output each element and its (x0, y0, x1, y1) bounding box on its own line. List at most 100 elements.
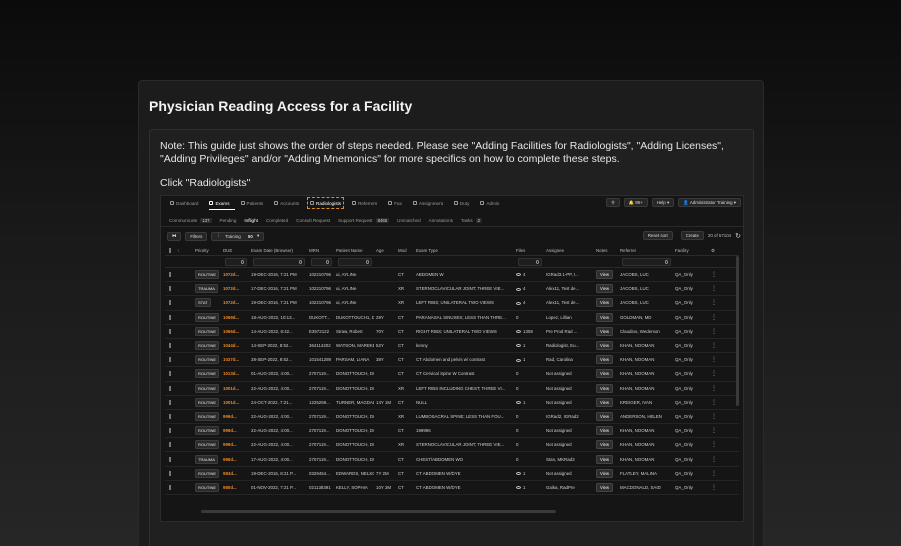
nav-item-radiologists[interactable]: Radiologists (307, 197, 345, 209)
row-menu-icon[interactable]: ⋮ (709, 356, 717, 363)
tab-annotations[interactable]: Annotations (429, 218, 453, 223)
view-button[interactable]: View (596, 312, 614, 322)
column-header-files[interactable]: Files (514, 248, 544, 253)
view-button[interactable]: View (596, 298, 614, 308)
nav-item-fax[interactable]: Fax (386, 198, 404, 208)
column-header-exam-date-browser-[interactable]: Exam Date (Browser) (249, 248, 307, 253)
row-checkbox[interactable] (169, 286, 171, 292)
row-checkbox[interactable] (169, 470, 171, 476)
column-header-priority[interactable]: Priority (193, 248, 221, 253)
column-filter-input[interactable] (311, 257, 332, 266)
view-button[interactable]: View (596, 482, 614, 492)
table-row[interactable]: ROUTINE 1027d... 28-SEP-2022, 8:52... 10154… (165, 353, 739, 368)
row-menu-icon[interactable]: ⋮ (709, 385, 717, 392)
tab-support-request[interactable]: Support Request 8465 (338, 218, 390, 223)
filters-button[interactable]: Filters (185, 231, 208, 241)
column-filter-input[interactable] (225, 257, 247, 266)
row-checkbox[interactable] (169, 272, 171, 278)
tab-communicate[interactable]: Communicate 137 (169, 218, 212, 223)
view-button[interactable]: View (596, 397, 614, 407)
eye-icon[interactable] (516, 344, 521, 348)
select-all-checkbox[interactable] (169, 248, 171, 253)
column-filter-input[interactable] (253, 257, 305, 266)
nav-item-admin[interactable]: Admin (478, 198, 501, 208)
row-menu-icon[interactable]: ⋮ (709, 470, 717, 477)
nav-item-exams[interactable]: Exams (207, 198, 231, 208)
row-checkbox[interactable] (169, 371, 171, 377)
table-row[interactable]: ROUTINE 1044d... 14-SEP-2022, 8:52... 36411… (165, 339, 739, 354)
patient-name-cell[interactable]: PARSAM, LIANA (334, 357, 374, 362)
table-row[interactable]: TRAUMA 1072d... 17-DEC-2016, 7:21 PM 102210… (165, 282, 739, 297)
table-row[interactable]: ROUTINE 1001d... 22-AUG-2022, 4:00... 27071… (165, 382, 739, 396)
row-checkbox[interactable] (169, 399, 171, 405)
row-menu-icon[interactable]: ⋮ (709, 271, 717, 278)
view-button[interactable]: View (596, 440, 614, 450)
tab-pending[interactable]: Pending (220, 218, 237, 223)
table-row[interactable]: ROUTINE 999d... 22-AUG-2022, 4:00... 270711… (165, 410, 739, 425)
eye-icon[interactable] (516, 401, 521, 405)
column-filter-input[interactable] (338, 257, 372, 266)
row-menu-icon[interactable]: ⋮ (709, 399, 717, 406)
tab-inflight[interactable]: Inflight (244, 218, 258, 223)
table-row[interactable]: ROUTINE 1013d... 01-AUG-2022, 4:00... 27071… (165, 367, 739, 382)
view-button[interactable]: View (596, 383, 614, 393)
settings-icon[interactable]: ⚙ (709, 248, 717, 254)
tab-unmatched[interactable]: Unmatched (397, 218, 421, 223)
table-row[interactable]: ROUTINE 980d... 01-NOV-2022, 7:21 P... 0211… (165, 481, 739, 495)
row-menu-icon[interactable]: ⋮ (709, 427, 717, 434)
view-button[interactable]: View (596, 411, 614, 421)
patient-name-cell[interactable]: WATSON, MAREKE (334, 343, 374, 348)
tab-completed[interactable]: Completed (266, 218, 288, 223)
vertical-scrollbar[interactable] (736, 256, 739, 406)
patient-name-cell[interactable]: DONOTTOUCH, DON... (334, 414, 374, 419)
patient-name-cell[interactable]: DONOTTOUCH, DON... (334, 428, 374, 433)
horizontal-scrollbar[interactable] (201, 510, 556, 513)
row-checkbox[interactable] (169, 413, 171, 419)
column-header-assignee[interactable]: Assignee (544, 248, 594, 253)
tab-tasks[interactable]: Tasks 2 (461, 218, 483, 223)
patient-name-cell[interactable]: EDWARDS, NELSON (334, 471, 374, 476)
eye-icon[interactable] (516, 486, 521, 490)
filter-icon[interactable]: ⧓ (167, 231, 182, 241)
table-row[interactable]: ROUTINE 999d... 22-AUG-2022, 4:00... 270711… (165, 438, 739, 453)
patient-name-cell[interactable]: DUKOTTOUCH1, Du... (334, 315, 374, 320)
row-menu-icon[interactable]: ⋮ (709, 299, 717, 306)
training-select[interactable]: ⋮ Training 50 ▾ (211, 231, 265, 241)
table-row[interactable]: ROUTINE 984d... 19-DEC-2016, 8:21 P... 0329… (165, 467, 739, 481)
row-checkbox[interactable] (169, 385, 171, 391)
row-menu-icon[interactable]: ⋮ (709, 328, 717, 335)
patient-name-cell[interactable]: KELLY, SOPHIA (334, 485, 374, 490)
patient-name-cell[interactable]: DONOTTOUCH, DON... (334, 386, 374, 391)
tab-consult-request[interactable]: Consult Request (296, 218, 330, 223)
column-header-notes[interactable]: Notes (594, 248, 618, 253)
row-menu-icon[interactable]: ⋮ (709, 285, 717, 292)
create-button[interactable]: Create (680, 231, 704, 240)
patient-name-cell[interactable]: TURNER, MAGDALENA (334, 400, 374, 405)
row-checkbox[interactable] (169, 484, 171, 490)
row-menu-icon[interactable]: ⋮ (709, 456, 717, 463)
table-row[interactable]: ROUTINE 999d... 22-AUG-2022, 4:00... 270711… (165, 424, 739, 439)
view-button[interactable]: View (596, 326, 614, 336)
eye-icon[interactable] (516, 301, 521, 305)
nav-item-accounts[interactable]: Accounts (272, 198, 301, 208)
view-button[interactable]: View (596, 468, 614, 478)
table-row[interactable]: TRAUMA 986d... 17-AUG-2022, 4:00... 2707119… (165, 452, 739, 467)
row-checkbox[interactable] (169, 357, 171, 363)
view-button[interactable]: View (596, 369, 614, 379)
view-button[interactable]: View (596, 270, 614, 280)
patient-name-cell[interactable]: Straw, Robert (334, 329, 374, 334)
row-menu-icon[interactable]: ⋮ (709, 314, 717, 321)
row-checkbox[interactable] (169, 456, 171, 462)
patient-name-cell[interactable]: DONOTTOUCH, DON... (334, 457, 374, 462)
table-row[interactable]: ROUTINE 1072d... 19-DEC-2016, 7:21 PM 10221… (165, 268, 739, 283)
patient-name-cell[interactable]: ui, AYLINe (334, 272, 374, 277)
column-header-mod[interactable]: Mod (396, 248, 414, 253)
row-checkbox[interactable] (169, 442, 171, 448)
column-header-patient-name[interactable]: Patient Name (334, 248, 374, 253)
table-row[interactable]: ROUTINE 1001d... 24-OCT-2022, 7:21... 12252… (165, 396, 739, 410)
view-button[interactable]: View (596, 426, 614, 436)
column-filter-input[interactable] (518, 257, 542, 266)
user-menu-button[interactable]: 👤 Administrator Training ▾ (678, 198, 741, 207)
patient-name-cell[interactable]: ui, AYLINe (334, 286, 374, 291)
eye-icon[interactable] (516, 287, 521, 291)
